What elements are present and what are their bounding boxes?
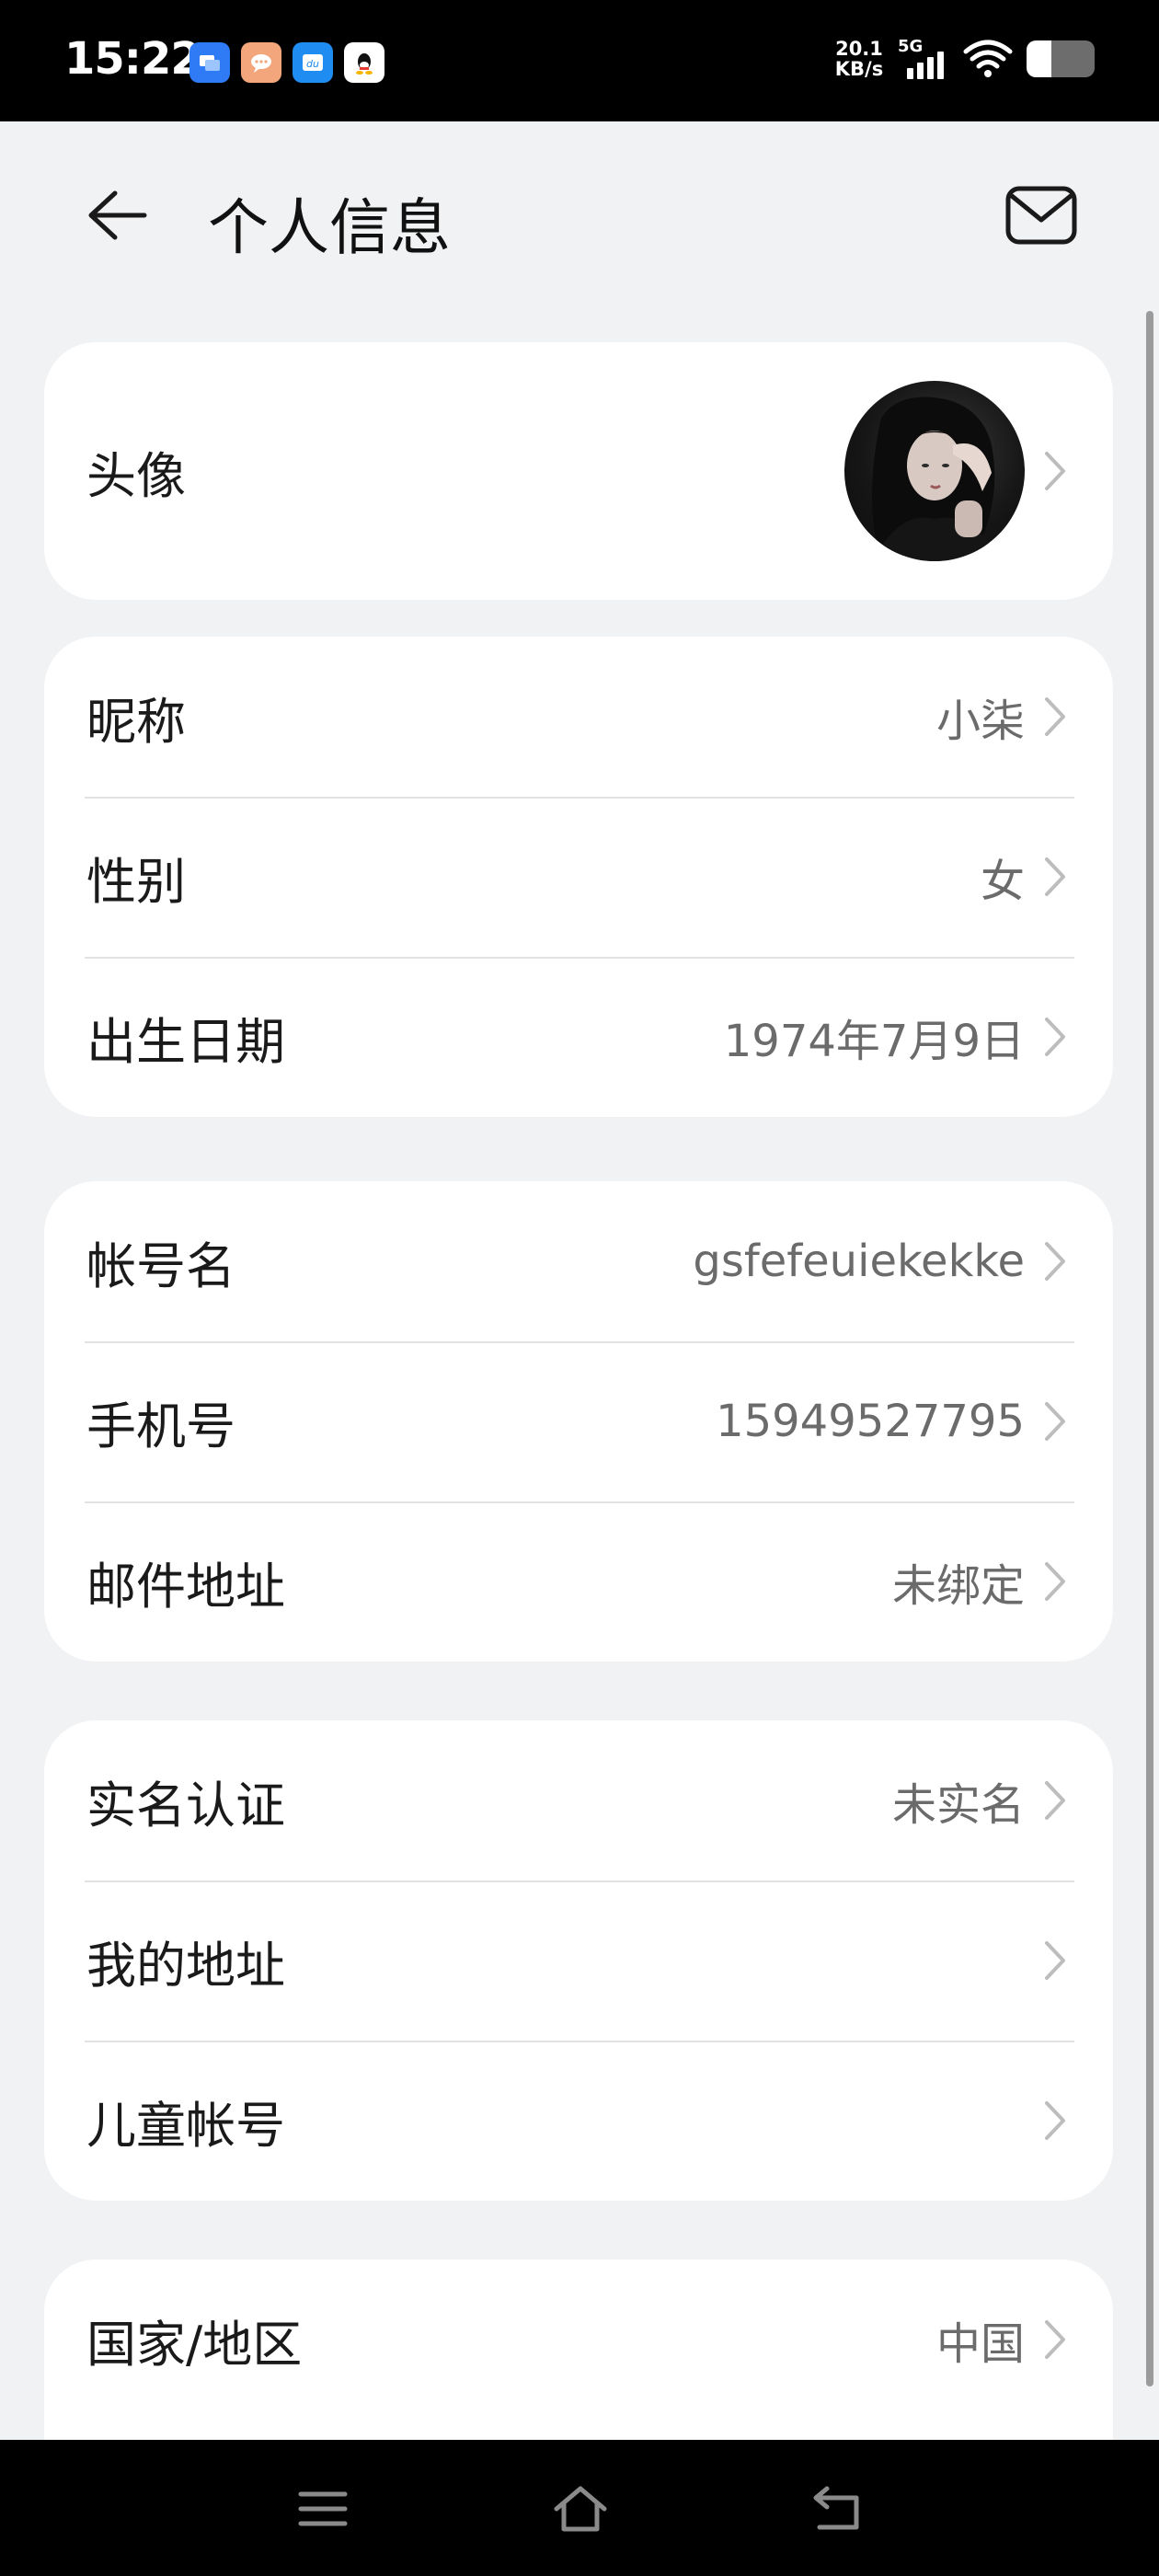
battery-icon — [1027, 40, 1095, 77]
my-address-row[interactable]: 我的地址 — [44, 1880, 1113, 2041]
phone-row[interactable]: 手机号 15949527795 — [44, 1341, 1113, 1501]
chevron-right-icon — [1041, 1938, 1069, 1984]
nickname-value: 小柒 — [935, 696, 1025, 747]
du-app-icon: du — [293, 42, 333, 83]
birthdate-label: 出生日期 — [86, 1012, 285, 1071]
nickname-label: 昵称 — [86, 692, 186, 751]
email-label: 邮件地址 — [86, 1557, 285, 1616]
qq-icon — [344, 42, 384, 83]
network-speed-unit: KB/s — [834, 58, 884, 80]
account-name-value: gsfefeuiekekke — [693, 1236, 1025, 1287]
avatar-row[interactable]: 头像 — [44, 342, 1113, 600]
email-row[interactable]: 邮件地址 未绑定 — [44, 1501, 1113, 1662]
status-time: 15:22 — [64, 33, 201, 85]
phone-value: 15949527795 — [716, 1396, 1025, 1447]
notification-icons: du — [189, 42, 384, 83]
real-name-verification-row[interactable]: 实名认证 未实名 — [44, 1720, 1113, 1880]
gender-row[interactable]: 性别 女 — [44, 797, 1113, 957]
chevron-right-icon — [1041, 1558, 1069, 1604]
child-account-row[interactable]: 儿童帐号 — [44, 2041, 1113, 2201]
network-speed-value: 20.1 — [835, 38, 883, 60]
real-name-verification-label: 实名认证 — [86, 1776, 285, 1834]
birthdate-row[interactable]: 出生日期 1974年7月9日 — [44, 957, 1113, 1117]
basic-info-card: 昵称 小柒 性别 女 出生日期 1974年7月9日 — [44, 637, 1113, 1117]
account-name-label: 帐号名 — [86, 1236, 235, 1295]
menu-icon[interactable] — [291, 2477, 355, 2541]
avatar[interactable] — [844, 381, 1025, 561]
chevron-right-icon — [1041, 854, 1069, 900]
region-label: 国家/地区 — [86, 2315, 303, 2374]
region-card: 国家/地区 中国 — [44, 2260, 1113, 2440]
birthdate-value: 1974年7月9日 — [723, 1016, 1025, 1067]
network-speed: 20.1 KB/s — [833, 39, 885, 79]
cell-signal-icon: 5G — [898, 37, 949, 81]
chevron-right-icon — [1041, 2098, 1069, 2144]
phone-label: 手机号 — [86, 1397, 235, 1455]
message-icon — [189, 42, 230, 83]
arrow-left-icon[interactable] — [77, 177, 155, 254]
chevron-right-icon — [1041, 1238, 1069, 1284]
chat-icon — [241, 42, 281, 83]
region-row[interactable]: 国家/地区 中国 — [44, 2260, 1113, 2440]
real-name-verification-value: 未实名 — [891, 1779, 1025, 1831]
nickname-row[interactable]: 昵称 小柒 — [44, 637, 1113, 797]
wifi-icon — [962, 39, 1014, 79]
mail-icon[interactable] — [1001, 175, 1082, 256]
chevron-right-icon — [1041, 1777, 1069, 1823]
home-icon[interactable] — [548, 2477, 613, 2541]
child-account-label: 儿童帐号 — [86, 2096, 285, 2155]
navigation-bar — [0, 2440, 1159, 2576]
avatar-label: 头像 — [86, 446, 186, 505]
status-bar: 15:22 du 20.1 KB/s 5G — [0, 0, 1159, 121]
avatar-card: 头像 — [44, 342, 1113, 600]
account-info-card: 帐号名 gsfefeuiekekke 手机号 15949527795 邮件地址 … — [44, 1181, 1113, 1662]
gender-label: 性别 — [86, 852, 186, 911]
svg-text:du: du — [306, 58, 319, 70]
account-name-row[interactable]: 帐号名 gsfefeuiekekke — [44, 1181, 1113, 1341]
gender-value: 女 — [980, 856, 1025, 907]
back-nav-icon[interactable] — [806, 2477, 870, 2541]
chevron-right-icon — [1041, 694, 1069, 740]
region-value: 中国 — [935, 2318, 1025, 2370]
chevron-right-icon — [1041, 2317, 1069, 2363]
email-value: 未绑定 — [891, 1560, 1025, 1612]
my-address-label: 我的地址 — [86, 1936, 285, 1995]
chevron-right-icon — [1041, 448, 1069, 494]
other-info-card: 实名认证 未实名 我的地址 儿童帐号 — [44, 1720, 1113, 2201]
scrollbar[interactable] — [1146, 311, 1153, 2386]
page-title: 个人信息 — [208, 192, 451, 263]
chevron-right-icon — [1041, 1014, 1069, 1060]
header: 个人信息 — [0, 121, 1159, 305]
chevron-right-icon — [1041, 1398, 1069, 1444]
